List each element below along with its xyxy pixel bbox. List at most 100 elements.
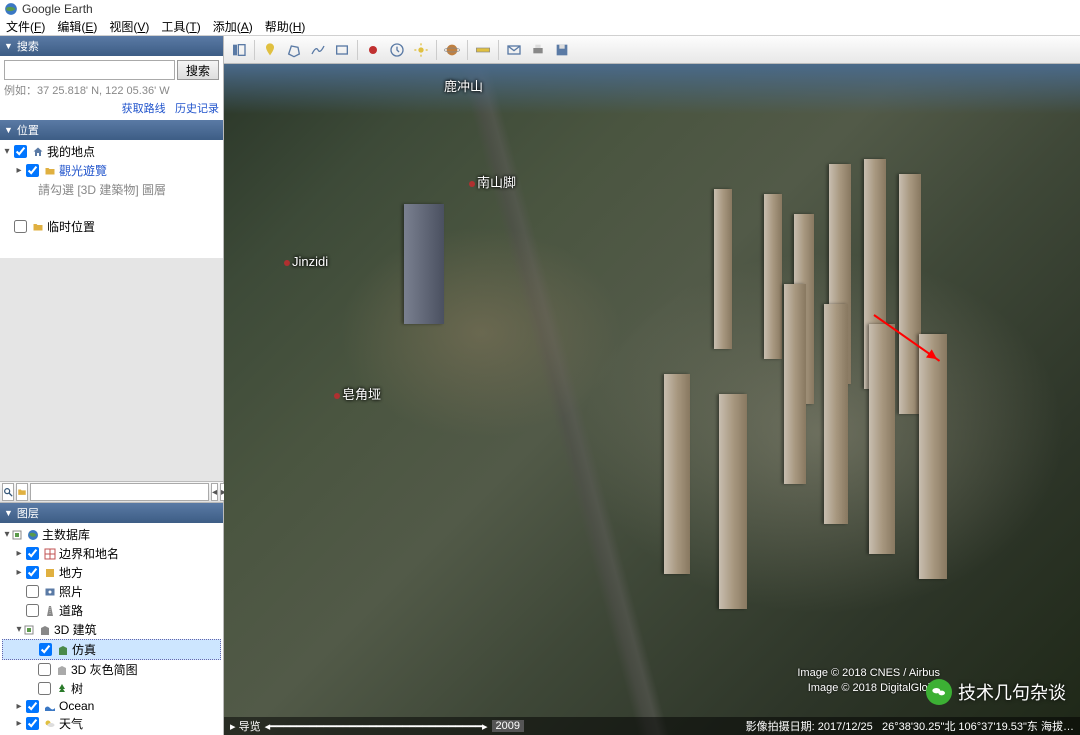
watermark: 技术几句杂谈 bbox=[926, 679, 1066, 705]
menu-view[interactable]: 视图(V) bbox=[109, 18, 149, 35]
overlay-icon[interactable] bbox=[331, 39, 353, 61]
expand-icon[interactable]: ▾ bbox=[2, 529, 12, 540]
checkbox[interactable] bbox=[26, 547, 39, 560]
map-viewport[interactable]: 鹿冲山 南山脚 Jinzidi 皂角垭 Image © 2018 CNES / … bbox=[224, 36, 1080, 735]
tree-row-tour[interactable]: ▸ 觀光遊覽 bbox=[2, 161, 221, 180]
search-places-icon[interactable] bbox=[2, 483, 14, 501]
title-bar: Google Earth bbox=[0, 0, 1080, 18]
sun-icon[interactable] bbox=[410, 39, 432, 61]
checkbox[interactable] bbox=[14, 145, 27, 158]
menu-edit[interactable]: 编辑(E) bbox=[57, 18, 97, 35]
collapse-icon: ▼ bbox=[4, 508, 13, 518]
tree-row-temp[interactable]: 临时位置 bbox=[2, 217, 221, 236]
menu-tools[interactable]: 工具(T) bbox=[161, 18, 200, 35]
layer-weather[interactable]: ▸ 天气 bbox=[2, 714, 221, 733]
layer-trees[interactable]: 树 bbox=[2, 679, 221, 698]
map-toolbar bbox=[224, 36, 1080, 64]
home-icon bbox=[31, 145, 45, 159]
layers-panel-title: 图层 bbox=[17, 505, 39, 521]
polygon-icon[interactable] bbox=[283, 39, 305, 61]
checkbox[interactable] bbox=[26, 585, 39, 598]
menu-file[interactable]: 文件(F) bbox=[6, 18, 45, 35]
borders-icon bbox=[43, 547, 57, 561]
places-panel-header[interactable]: ▼ 位置 bbox=[0, 120, 223, 140]
layer-places[interactable]: ▸ 地方 bbox=[2, 563, 221, 582]
checkbox[interactable] bbox=[26, 700, 39, 713]
sidebar-toggle-icon[interactable] bbox=[228, 39, 250, 61]
checkbox[interactable] bbox=[38, 663, 51, 676]
menu-bar: 文件(F) 编辑(E) 视图(V) 工具(T) 添加(A) 帮助(H) bbox=[0, 18, 1080, 36]
checkbox[interactable] bbox=[14, 220, 27, 233]
expand-icon[interactable]: ▾ bbox=[14, 624, 24, 635]
app-title: Google Earth bbox=[22, 2, 93, 16]
expand-icon[interactable]: ▸ bbox=[14, 548, 24, 559]
checkbox[interactable] bbox=[26, 604, 39, 617]
collapse-icon: ▼ bbox=[4, 125, 13, 135]
path-icon[interactable] bbox=[307, 39, 329, 61]
weather-icon bbox=[43, 717, 57, 731]
tree-icon bbox=[55, 682, 69, 696]
planet-icon[interactable] bbox=[441, 39, 463, 61]
get-directions-link[interactable]: 获取路线 bbox=[122, 103, 166, 115]
history-icon[interactable] bbox=[386, 39, 408, 61]
imagery-attribution: Image © 2018 CNES / Airbus Image © 2018 … bbox=[797, 666, 940, 695]
layer-realistic[interactable]: 仿真 bbox=[2, 639, 221, 660]
layers-panel: ▾ 主数据库 ▸ 边界和地名 ▸ 地方 照片 bbox=[0, 523, 223, 735]
sidebar: ▼ 搜索 搜索 例如：37 25.818' N, 122 05.36' W 获取… bbox=[0, 36, 224, 735]
expand-icon[interactable]: ▸ bbox=[14, 701, 24, 712]
folder-icon[interactable] bbox=[16, 483, 28, 501]
layer-gray3d[interactable]: 3D 灰色简图 bbox=[2, 660, 221, 679]
imagery-year: 2009 bbox=[492, 720, 524, 732]
checkbox[interactable] bbox=[39, 643, 52, 656]
building-color-icon bbox=[56, 643, 70, 657]
building-gray-icon bbox=[55, 663, 69, 677]
folder-icon bbox=[43, 164, 57, 178]
expand-icon[interactable]: ▸ bbox=[14, 718, 24, 729]
search-panel: 搜索 例如：37 25.818' N, 122 05.36' W 获取路线 历史… bbox=[0, 56, 223, 120]
expand-icon[interactable]: ▾ bbox=[2, 146, 12, 157]
menu-help[interactable]: 帮助(H) bbox=[265, 18, 306, 35]
print-icon[interactable] bbox=[527, 39, 549, 61]
wechat-icon bbox=[926, 679, 952, 705]
tree-row-my-places[interactable]: ▾ 我的地点 bbox=[2, 142, 221, 161]
search-input[interactable] bbox=[4, 60, 175, 80]
menu-add[interactable]: 添加(A) bbox=[213, 18, 253, 35]
satellite-imagery[interactable]: 鹿冲山 南山脚 Jinzidi 皂角垭 Image © 2018 CNES / … bbox=[224, 64, 1080, 735]
places-filter-input[interactable] bbox=[30, 483, 209, 501]
ruler-icon[interactable] bbox=[472, 39, 494, 61]
history-link[interactable]: 历史记录 bbox=[175, 103, 219, 115]
place-icon bbox=[43, 566, 57, 580]
map-label-jinzidi: Jinzidi bbox=[284, 254, 328, 269]
layer-photos[interactable]: 照片 bbox=[2, 582, 221, 601]
tree-row-tour-hint: 請勾選 [3D 建築物] 圖層 bbox=[2, 180, 221, 199]
map-label-nanshan: 南山脚 bbox=[469, 172, 516, 191]
search-panel-title: 搜索 bbox=[17, 38, 39, 54]
photo-icon bbox=[43, 585, 57, 599]
expand-icon[interactable]: ▸ bbox=[14, 567, 24, 578]
prev-button[interactable]: ◂ bbox=[211, 483, 218, 501]
imagery-date: 影像拍摄日期: 2017/12/25 bbox=[746, 721, 873, 733]
status-bar: ▸ 导览 ◂━━━━━━━━━━━━━━━━━━━━━━━━━━━━━━━━▸ … bbox=[224, 717, 1080, 735]
save-image-icon[interactable] bbox=[551, 39, 573, 61]
placemark-icon[interactable] bbox=[259, 39, 281, 61]
layer-roads[interactable]: 道路 bbox=[2, 601, 221, 620]
layer-ocean[interactable]: ▸ Ocean bbox=[2, 698, 221, 714]
search-panel-header[interactable]: ▼ 搜索 bbox=[0, 36, 223, 56]
checkbox[interactable] bbox=[26, 717, 39, 730]
layer-primary-db[interactable]: ▾ 主数据库 bbox=[2, 525, 221, 544]
record-tour-icon[interactable] bbox=[362, 39, 384, 61]
places-panel: ▾ 我的地点 ▸ 觀光遊覽 請勾選 [3D 建築物] 圖層 临时位置 bbox=[0, 140, 223, 258]
road-icon bbox=[43, 604, 57, 618]
tour-guide-button[interactable]: ▸ 导览 bbox=[230, 718, 261, 734]
checkbox[interactable] bbox=[26, 164, 39, 177]
layer-borders[interactable]: ▸ 边界和地名 bbox=[2, 544, 221, 563]
search-button[interactable]: 搜索 bbox=[177, 60, 219, 80]
layer-3d-buildings[interactable]: ▾ 3D 建筑 bbox=[2, 620, 221, 639]
search-hint: 例如：37 25.818' N, 122 05.36' W bbox=[4, 82, 219, 98]
checkbox[interactable] bbox=[38, 682, 51, 695]
email-icon[interactable] bbox=[503, 39, 525, 61]
checkbox[interactable] bbox=[26, 566, 39, 579]
collapse-icon: ▼ bbox=[4, 41, 13, 51]
layers-panel-header[interactable]: ▼ 图层 bbox=[0, 503, 223, 523]
expand-icon[interactable]: ▸ bbox=[14, 165, 24, 176]
